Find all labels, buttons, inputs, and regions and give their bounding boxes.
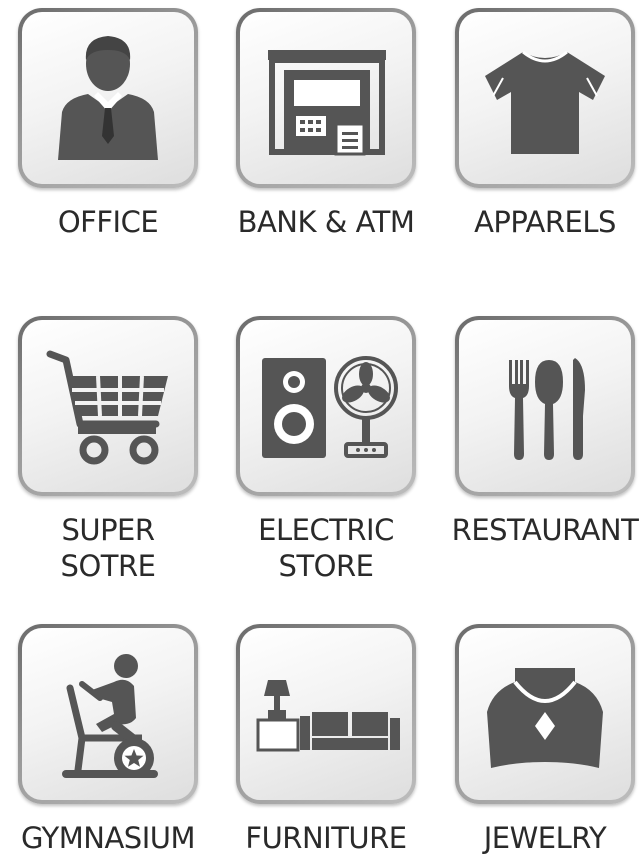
jewelry-tile[interactable]: [455, 624, 635, 804]
furniture-tile[interactable]: [236, 624, 416, 804]
super-store-tile[interactable]: [18, 316, 198, 496]
super-store-label: SUPER SOTRE: [8, 512, 208, 584]
super-store-label-line1: SUPER: [61, 513, 155, 547]
atm-icon: [268, 50, 386, 156]
sofa-lamp-icon: [256, 680, 400, 752]
bank-atm-tile[interactable]: [236, 8, 416, 188]
businessman-icon: [58, 36, 158, 160]
tshirt-icon: [485, 50, 605, 154]
electric-store-label: ELECTRIC STORE: [226, 512, 426, 584]
gymnasium-tile[interactable]: [18, 624, 198, 804]
gymnasium-label: GYMNASIUM: [20, 821, 196, 855]
speaker-fan-icon: [262, 356, 398, 458]
office-tile[interactable]: [18, 8, 198, 188]
apparels-label: APPARELS: [474, 205, 616, 239]
shopping-cart-icon: [46, 350, 168, 465]
electric-store-label-line2: STORE: [278, 549, 374, 583]
super-store-label-line2: SOTRE: [60, 549, 156, 583]
jewelry-label: JEWELRY: [483, 821, 607, 855]
cutlery-icon: [509, 358, 585, 460]
bank-atm-label: BANK & ATM: [237, 205, 415, 239]
furniture-label: FURNITURE: [245, 821, 407, 855]
apparels-tile[interactable]: [455, 8, 635, 188]
exercise-bike-icon: [62, 654, 158, 778]
electric-store-label-line1: ELECTRIC: [258, 513, 394, 547]
office-label: OFFICE: [57, 205, 159, 239]
necklace-icon: [487, 668, 603, 768]
restaurant-label: RESTAURANT: [451, 513, 639, 547]
restaurant-tile[interactable]: [455, 316, 635, 496]
electric-store-tile[interactable]: [236, 316, 416, 496]
